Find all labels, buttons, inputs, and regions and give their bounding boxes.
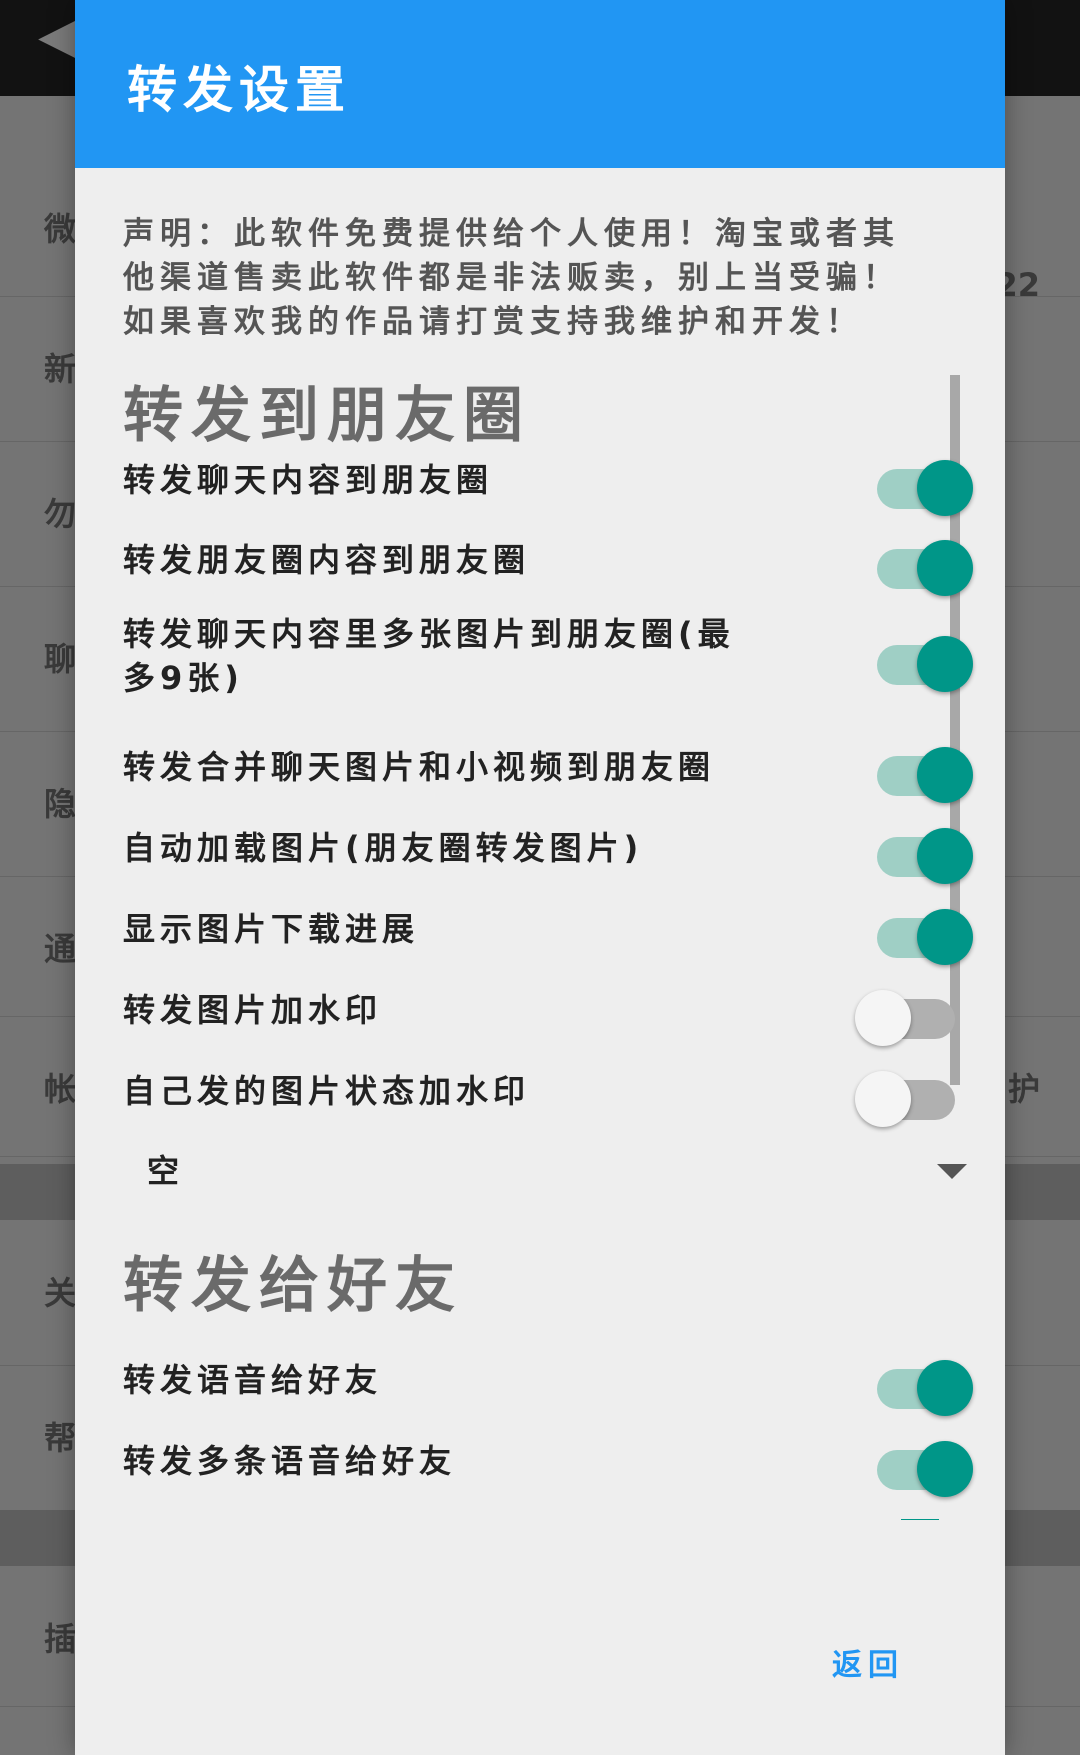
pref-row[interactable]: 显示图片下载进展 bbox=[123, 894, 973, 965]
section-title-friends: 转发给好友 bbox=[123, 1251, 463, 1321]
forward-settings-dialog: 转发设置 声明：此软件免费提供给个人使用！淘宝或者其他渠道售卖此软件都是非法贩卖… bbox=[75, 0, 1005, 1755]
background-row-label: 通 bbox=[44, 930, 77, 968]
switch-thumb bbox=[917, 1441, 973, 1497]
pref-label: 转发聊天内容到朋友圈 bbox=[123, 461, 494, 499]
toggle-switch[interactable] bbox=[871, 901, 973, 965]
background-row-label: 帐 bbox=[44, 1070, 77, 1108]
next-switch-edge bbox=[901, 1519, 939, 1520]
watermark-select[interactable]: 空 bbox=[147, 1140, 967, 1200]
toggle-switch[interactable] bbox=[871, 1433, 973, 1497]
switch-thumb bbox=[855, 1071, 911, 1127]
toggle-switch[interactable] bbox=[855, 982, 963, 1046]
pref-row[interactable]: 转发语音给好友 bbox=[123, 1345, 973, 1416]
toggle-switch[interactable] bbox=[871, 532, 973, 596]
pref-row[interactable]: 转发多条语音给好友 bbox=[123, 1426, 973, 1497]
switch-thumb bbox=[917, 747, 973, 803]
toggle-switch[interactable] bbox=[871, 628, 973, 692]
pref-row[interactable]: 转发图片加水印 bbox=[123, 975, 955, 1046]
pref-label: 自己发的图片状态加水印 bbox=[123, 1072, 531, 1110]
switch-thumb bbox=[917, 540, 973, 596]
pref-label: 转发图片加水印 bbox=[123, 991, 383, 1029]
toggle-switch[interactable] bbox=[871, 1352, 973, 1416]
dialog-header: 转发设置 bbox=[75, 0, 1005, 168]
toggle-switch[interactable] bbox=[871, 820, 973, 884]
dropdown-arrow-icon bbox=[937, 1164, 967, 1179]
background-row-label: 聊 bbox=[44, 640, 77, 678]
background-row-label: 新 bbox=[44, 350, 77, 388]
switch-thumb bbox=[855, 990, 911, 1046]
switch-thumb bbox=[917, 460, 973, 516]
settings-scroll-area[interactable]: 转发到朋友圈 转发聊天内容到朋友圈 转发朋友圈内容到朋友圈 转发聊天内容里多张图… bbox=[75, 375, 1005, 1520]
section-title-moments: 转发到朋友圈 bbox=[123, 381, 531, 451]
toggle-switch[interactable] bbox=[855, 1063, 963, 1127]
pref-label: 转发语音给好友 bbox=[123, 1361, 383, 1399]
switch-thumb bbox=[917, 828, 973, 884]
pref-row[interactable]: 转发合并聊天图片和小视频到朋友圈 bbox=[123, 732, 973, 803]
pref-label: 转发多条语音给好友 bbox=[123, 1442, 457, 1480]
pref-label: 转发合并聊天图片和小视频到朋友圈 bbox=[123, 748, 716, 786]
toggle-switch[interactable] bbox=[871, 739, 973, 803]
switch-thumb bbox=[917, 909, 973, 965]
disclaimer-text: 声明：此软件免费提供给个人使用！淘宝或者其他渠道售卖此软件都是非法贩卖，别上当受… bbox=[123, 216, 900, 340]
background-row-label: 插 bbox=[44, 1620, 77, 1658]
background-row-label: 帮 bbox=[44, 1419, 77, 1457]
background-row-value: 护 bbox=[1007, 1070, 1040, 1108]
pref-row[interactable]: 自己发的图片状态加水印 bbox=[123, 1056, 955, 1127]
background-row-label: 关 bbox=[44, 1274, 77, 1312]
select-value: 空 bbox=[147, 1152, 180, 1190]
pref-label: 自动加载图片(朋友圈转发图片) bbox=[123, 829, 644, 867]
pref-label: 显示图片下载进展 bbox=[123, 910, 420, 948]
background-row-label: 微 bbox=[44, 210, 77, 248]
pref-label: 转发聊天内容里多张图片到朋友圈(最多9张) bbox=[123, 615, 735, 697]
switch-thumb bbox=[917, 636, 973, 692]
background-row-label: 隐 bbox=[44, 785, 77, 823]
pref-row[interactable]: 转发聊天内容里多张图片到朋友圈(最多9张) bbox=[123, 600, 973, 710]
pref-row[interactable]: 自动加载图片(朋友圈转发图片) bbox=[123, 813, 973, 884]
dialog-title: 转发设置 bbox=[127, 61, 351, 119]
switch-thumb bbox=[917, 1360, 973, 1416]
background-row-label: 勿 bbox=[44, 495, 77, 533]
back-button[interactable]: 返回 bbox=[832, 1640, 904, 1684]
pref-row[interactable]: 转发聊天内容到朋友圈 bbox=[123, 445, 973, 516]
toggle-switch[interactable] bbox=[871, 452, 973, 516]
pref-label: 转发朋友圈内容到朋友圈 bbox=[123, 541, 531, 579]
pref-row[interactable]: 转发朋友圈内容到朋友圈 bbox=[123, 525, 973, 596]
